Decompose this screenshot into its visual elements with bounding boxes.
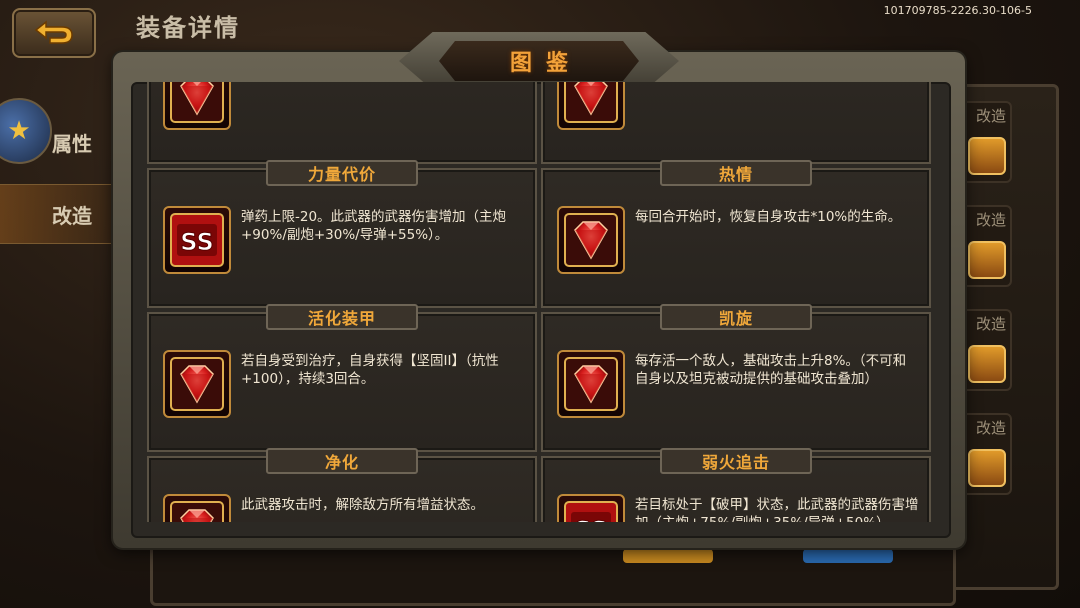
- codex-card[interactable]: 活化装甲 若自身受到治疗，自身获得【坚固II】（抗性+100），持续3回合。: [147, 304, 537, 452]
- card-title: 活化装甲: [266, 304, 418, 330]
- ss-rank-icon: SS: [163, 206, 231, 274]
- card-title: 弱火追击: [660, 448, 812, 474]
- blue-button[interactable]: [803, 549, 893, 563]
- codex-card[interactable]: [147, 82, 537, 164]
- card-description: 若目标处于【破甲】状态，此武器的武器伤害增加（主炮+75%/副炮+35%/导弹+…: [635, 497, 919, 522]
- ruby-gem-icon: [557, 82, 625, 130]
- codex-card[interactable]: 力量代价 SS 弹药上限-20。此武器的武器伤害增加（主炮+90%/副炮+30%…: [147, 160, 537, 308]
- gem-icon: [968, 137, 1006, 175]
- gem-icon: [968, 449, 1006, 487]
- tab-attributes[interactable]: 属性: [0, 112, 118, 172]
- card-title: 净化: [266, 448, 418, 474]
- codex-dialog: 图鉴 力量代价 SS 弹药上限-20。此武器的武器伤害增加（主炮+90%/副炮+…: [113, 32, 965, 548]
- back-arrow-icon: [34, 20, 73, 44]
- ss-rank-icon: SS: [557, 494, 625, 522]
- ruby-gem-icon: [163, 350, 231, 418]
- version-label: 101709785-2226.30-106-5: [883, 4, 1032, 17]
- ruby-gem-icon: [163, 82, 231, 130]
- card-description: 若自身受到治疗，自身获得【坚固II】（抗性+100），持续3回合。: [241, 353, 499, 387]
- card-title: 力量代价: [266, 160, 418, 186]
- orange-button[interactable]: [623, 549, 713, 563]
- back-button[interactable]: [12, 8, 96, 58]
- codex-card[interactable]: [541, 82, 931, 164]
- svg-text:SS: SS: [180, 228, 214, 256]
- codex-card[interactable]: 弱火追击 SS 若目标处于【破甲】状态，此武器的武器伤害增加（主炮+75%/副炮…: [541, 448, 931, 522]
- card-title: 凯旋: [660, 304, 812, 330]
- codex-card[interactable]: 凯旋 每存活一个敌人，基础攻击上升8%。（不可和自身以及坦克被动提供的基础攻击叠…: [541, 304, 931, 452]
- codex-card[interactable]: 净化 此武器攻击时，解除敌方所有增益状态。: [147, 448, 537, 522]
- bottom-bar: [150, 540, 956, 606]
- svg-text:SS: SS: [574, 516, 608, 522]
- page-title: 装备详情: [136, 14, 240, 42]
- ruby-gem-icon: [557, 206, 625, 274]
- ruby-gem-icon: [557, 350, 625, 418]
- tab-modify[interactable]: 改造: [0, 184, 118, 244]
- gem-icon: [968, 241, 1006, 279]
- card-description: 弹药上限-20。此武器的武器伤害增加（主炮+90%/副炮+30%/导弹+55%）…: [241, 209, 507, 243]
- codex-card[interactable]: 热情 每回合开始时，恢复自身攻击*10%的生命。: [541, 160, 931, 308]
- dialog-title: 图鉴: [509, 51, 582, 76]
- header-plate: 图鉴: [439, 41, 639, 81]
- card-description: 此武器攻击时，解除敌方所有增益状态。: [241, 497, 484, 513]
- card-description: 每回合开始时，恢复自身攻击*10%的生命。: [635, 209, 902, 225]
- gem-icon: [968, 345, 1006, 383]
- codex-grid: 力量代价 SS 弹药上限-20。此武器的武器伤害增加（主炮+90%/副炮+30%…: [147, 82, 931, 522]
- card-title: 热情: [660, 160, 812, 186]
- ruby-gem-icon: [163, 494, 231, 522]
- codex-scroll-list[interactable]: 力量代价 SS 弹药上限-20。此武器的武器伤害增加（主炮+90%/副炮+30%…: [131, 82, 947, 522]
- card-description: 每存活一个敌人，基础攻击上升8%。（不可和自身以及坦克被动提供的基础攻击叠加）: [635, 353, 907, 387]
